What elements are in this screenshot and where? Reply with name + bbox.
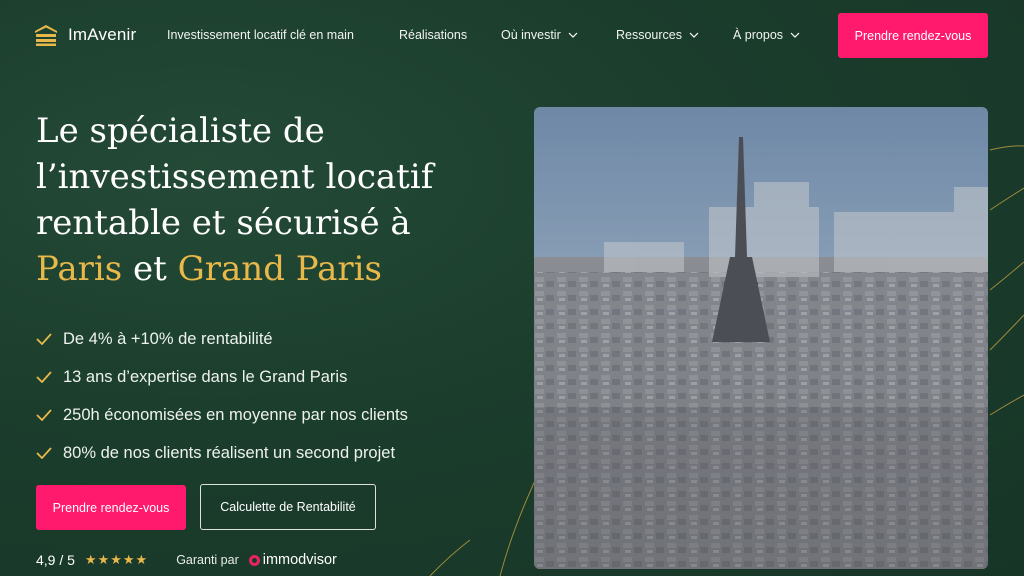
check-icon [36, 409, 52, 421]
nav-item-label: À propos [733, 28, 784, 42]
immodvisor-icon [248, 554, 260, 566]
rating-bar: 4,9 / 5 ★★★★★ Garanti par immodvisor [36, 552, 337, 568]
immodvisor-logo[interactable]: immodvisor [248, 552, 337, 568]
chevron-down-icon [689, 32, 699, 38]
nav-item-label: Investissement locatif clé en main [167, 28, 354, 42]
star-rating-icon: ★★★★★ [84, 552, 149, 567]
brand-logo[interactable]: ImAvenir [34, 24, 136, 46]
benefit-text: De 4% à +10% de rentabilité [63, 329, 273, 348]
hero-title-connector: et [133, 249, 167, 289]
rating-score: 4,9 / 5 [36, 552, 75, 568]
top-navbar: ImAvenir Investissement locatif clé en m… [0, 0, 1024, 72]
nav-item-realisations[interactable]: Réalisations [399, 28, 467, 42]
chevron-down-icon [790, 32, 800, 38]
paris-skyline-image [534, 107, 988, 569]
hero-title-place: Grand Paris [177, 249, 382, 289]
benefits-list: De 4% à +10% de rentabilité 13 ans d’exp… [36, 320, 408, 472]
benefit-text: 13 ans d’expertise dans le Grand Paris [63, 367, 348, 386]
benefit-item: 13 ans d’expertise dans le Grand Paris [36, 358, 408, 396]
nav-item-ou-investir[interactable]: Où investir [501, 28, 578, 42]
chevron-down-icon [568, 32, 578, 38]
hero-title: Le spécialiste de l’investissement locat… [36, 108, 506, 292]
nav-item-label: Réalisations [399, 28, 468, 42]
nav-item-label: Ressources [616, 28, 682, 42]
stacked-roof-logo-icon [35, 25, 57, 46]
nav-item-investissement[interactable]: Investissement locatif clé en main [167, 28, 354, 42]
hero-title-line: l’investissement locatif [36, 157, 434, 197]
nav-item-ressources[interactable]: Ressources [616, 28, 699, 42]
nav-appointment-button[interactable]: Prendre rendez-vous [838, 13, 988, 58]
benefit-text: 250h économisées en moyenne par nos clie… [63, 405, 408, 424]
check-icon [36, 333, 52, 345]
benefit-item: De 4% à +10% de rentabilité [36, 320, 408, 358]
partner-name: immodvisor [262, 552, 337, 568]
benefit-item: 250h économisées en moyenne par nos clie… [36, 396, 408, 434]
hero-title-place: Paris [36, 249, 123, 289]
guarantee-label: Garanti par [176, 553, 239, 567]
nav-item-a-propos[interactable]: À propos [733, 28, 800, 42]
benefit-text: 80% de nos clients réalisent un second p… [63, 443, 396, 462]
calculator-button[interactable]: Calculette de Rentabilité [200, 484, 376, 530]
brand-name: ImAvenir [68, 25, 137, 44]
hero-title-line: Le spécialiste de [36, 111, 325, 151]
nav-item-label: Où investir [501, 28, 561, 42]
check-icon [36, 447, 52, 459]
check-icon [36, 371, 52, 383]
appointment-button[interactable]: Prendre rendez-vous [36, 485, 186, 530]
benefit-item: 80% de nos clients réalisent un second p… [36, 434, 408, 472]
hero-title-line: rentable et sécurisé à [36, 203, 411, 243]
